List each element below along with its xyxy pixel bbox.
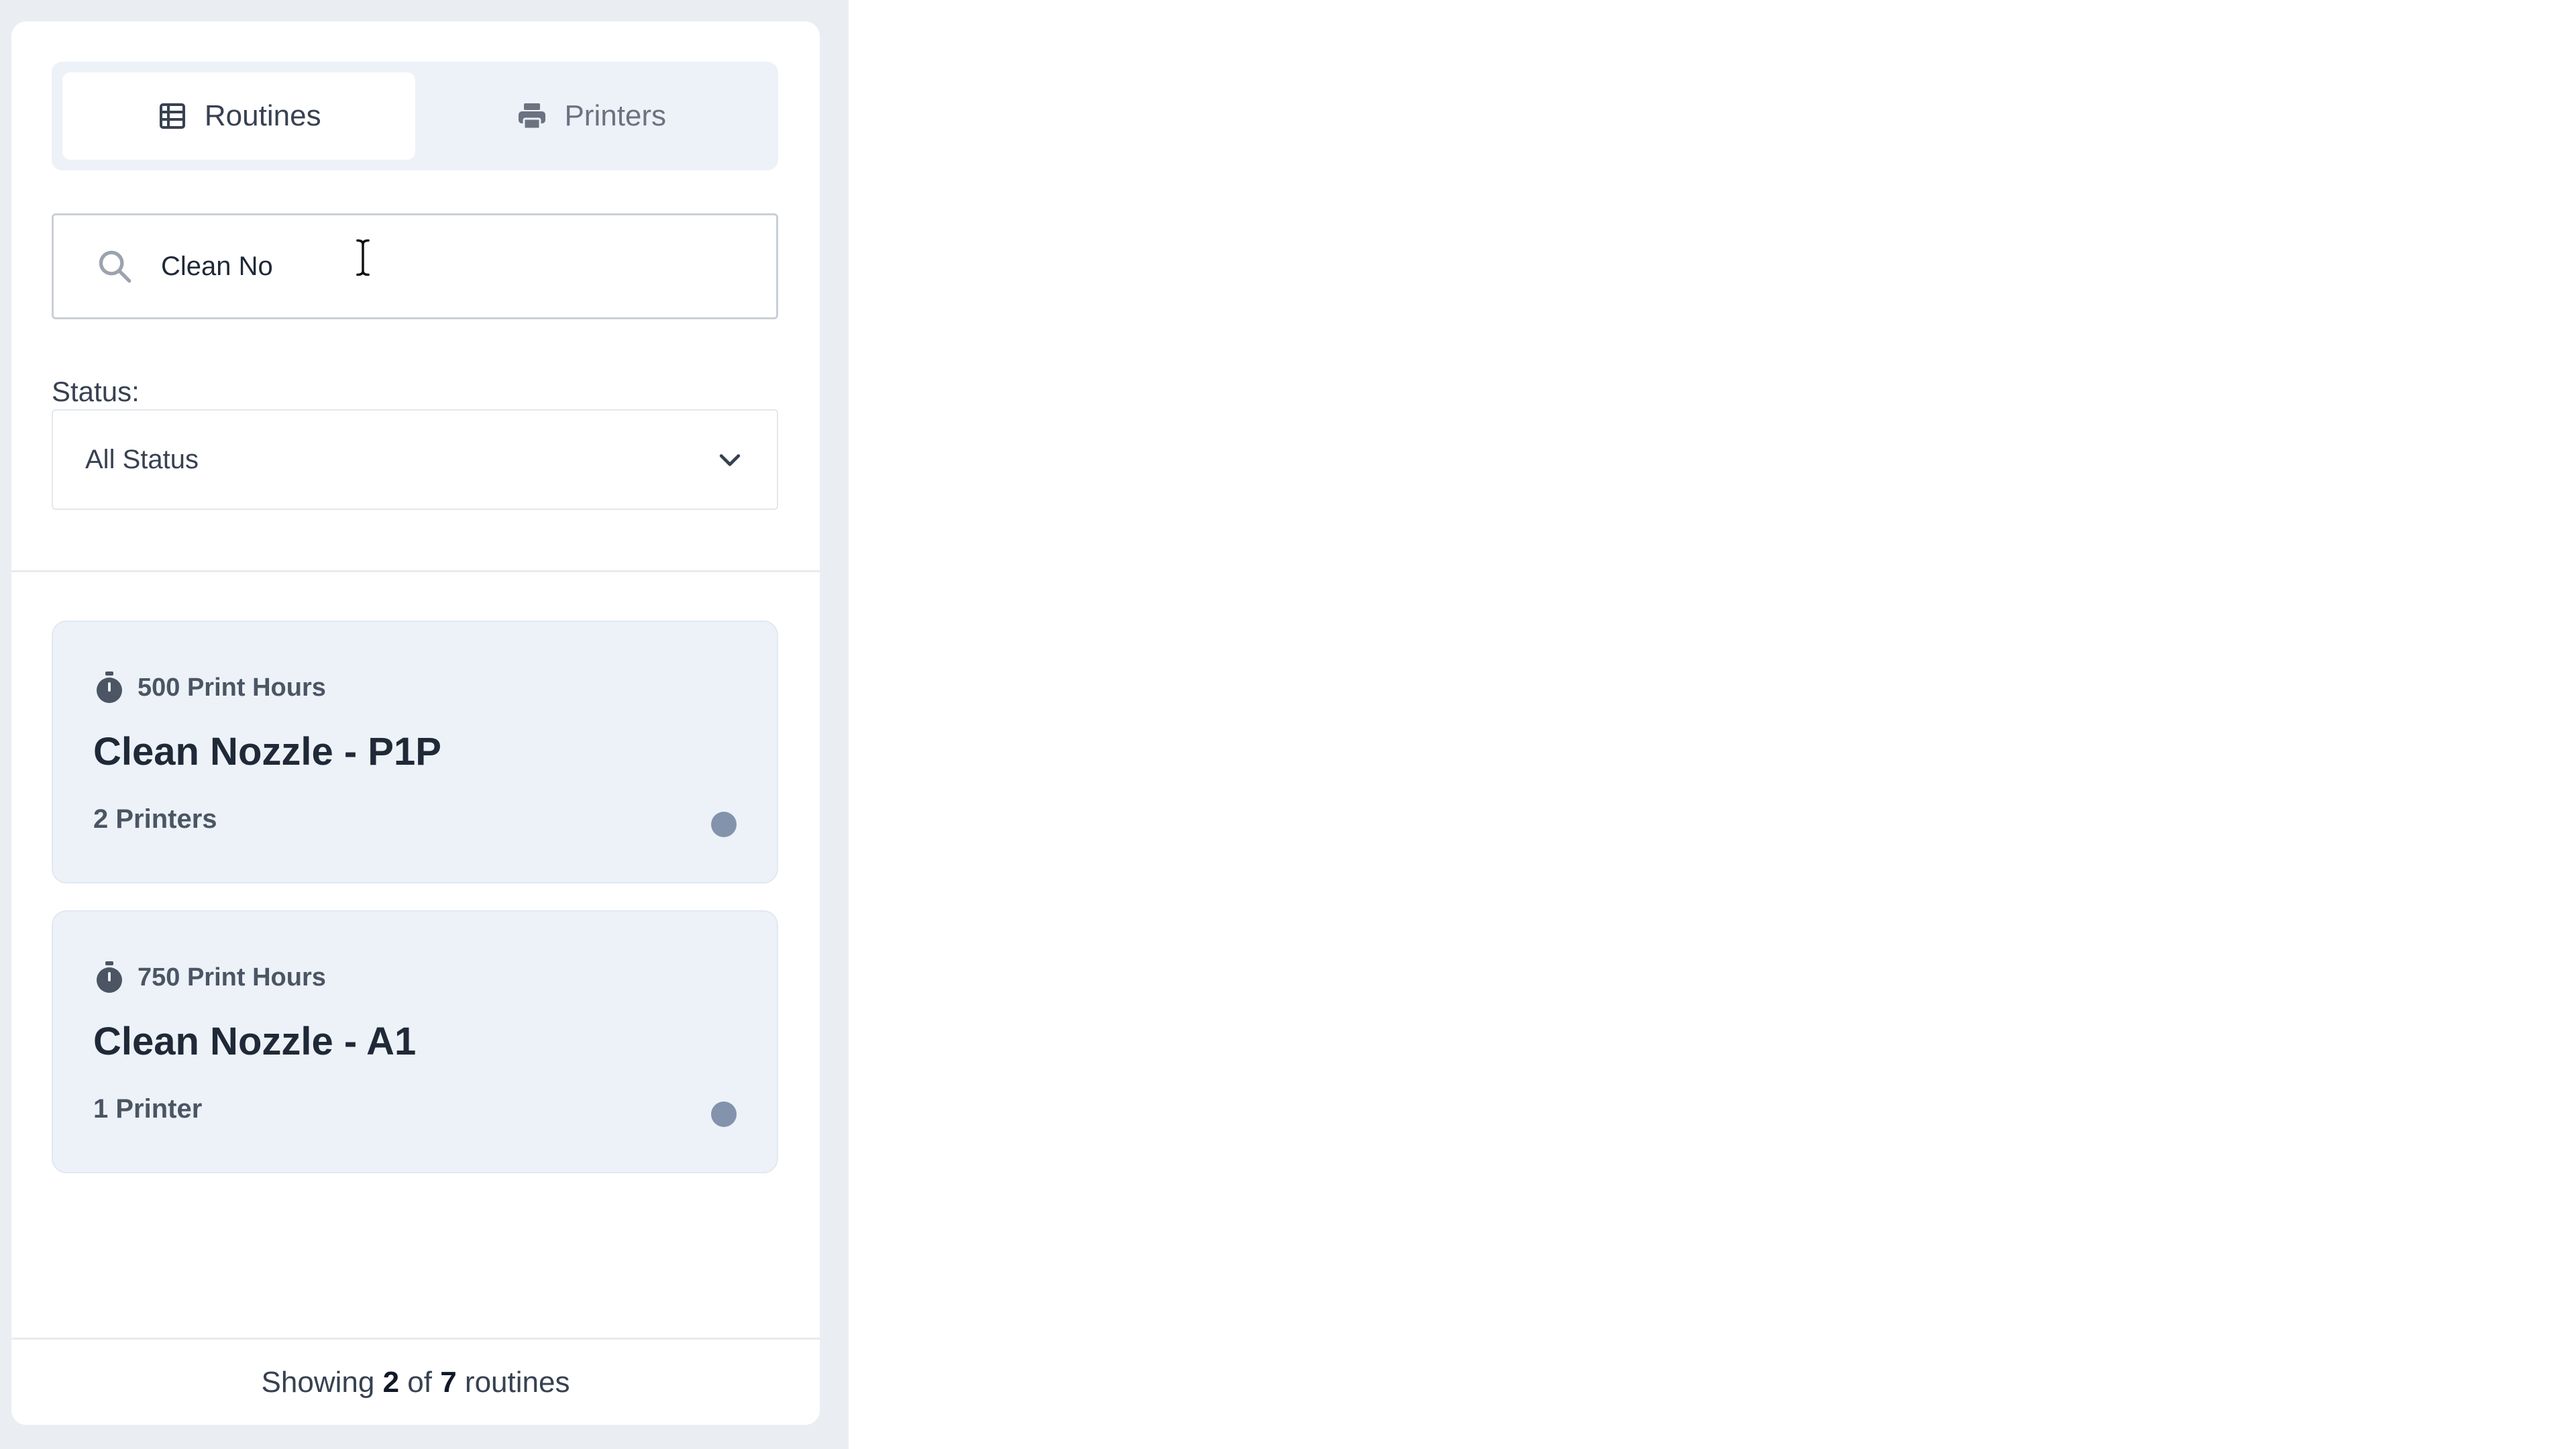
status-dot	[711, 1102, 737, 1127]
routine-interval-label: 750 Print Hours	[138, 963, 326, 991]
tab-printers-label: Printers	[564, 99, 667, 132]
routine-card[interactable]: 500 Print Hours Clean Nozzle - P1P 2 Pri…	[52, 621, 778, 883]
routine-title: Clean Nozzle - P1P	[93, 730, 441, 773]
search-box[interactable]	[52, 213, 778, 319]
section-divider	[11, 570, 820, 572]
results-total-count: 7	[440, 1365, 457, 1399]
results-prefix: Showing	[261, 1365, 383, 1399]
stopwatch-icon	[97, 961, 122, 993]
routine-interval-label: 500 Print Hours	[138, 673, 326, 702]
tab-routines[interactable]: Routines	[62, 72, 415, 160]
text-cursor-icon	[356, 239, 370, 276]
status-filter-label: Status:	[52, 376, 140, 407]
results-suffix: routines	[456, 1365, 570, 1399]
routine-card[interactable]: 750 Print Hours Clean Nozzle - A1 1 Prin…	[52, 910, 778, 1173]
routine-printer-count: 1 Printer	[93, 1094, 203, 1124]
printer-icon	[519, 103, 546, 130]
routine-interval: 750 Print Hours	[93, 960, 326, 995]
status-filter-value: All Status	[85, 444, 199, 474]
chevron-down-icon	[719, 454, 741, 466]
table-list-icon	[159, 103, 185, 129]
routine-title: Clean Nozzle - A1	[93, 1020, 417, 1063]
stopwatch-icon	[97, 672, 122, 703]
results-shown-count: 2	[382, 1365, 400, 1399]
routine-printer-count: 2 Printers	[93, 804, 217, 834]
routines-panel: Routines Printers Status: All Status	[11, 21, 820, 1425]
status-dot	[711, 812, 737, 837]
view-tabs: Routines Printers	[52, 62, 778, 170]
tab-printers[interactable]: Printers	[415, 72, 768, 160]
routine-interval: 500 Print Hours	[93, 670, 326, 705]
search-input[interactable]	[161, 251, 698, 282]
tab-routines-label: Routines	[204, 99, 321, 132]
status-filter-select[interactable]: All Status	[52, 409, 778, 510]
search-icon	[99, 250, 131, 283]
results-middle: of	[399, 1365, 441, 1399]
results-summary: Showing 2 of 7 routines	[11, 1340, 820, 1425]
